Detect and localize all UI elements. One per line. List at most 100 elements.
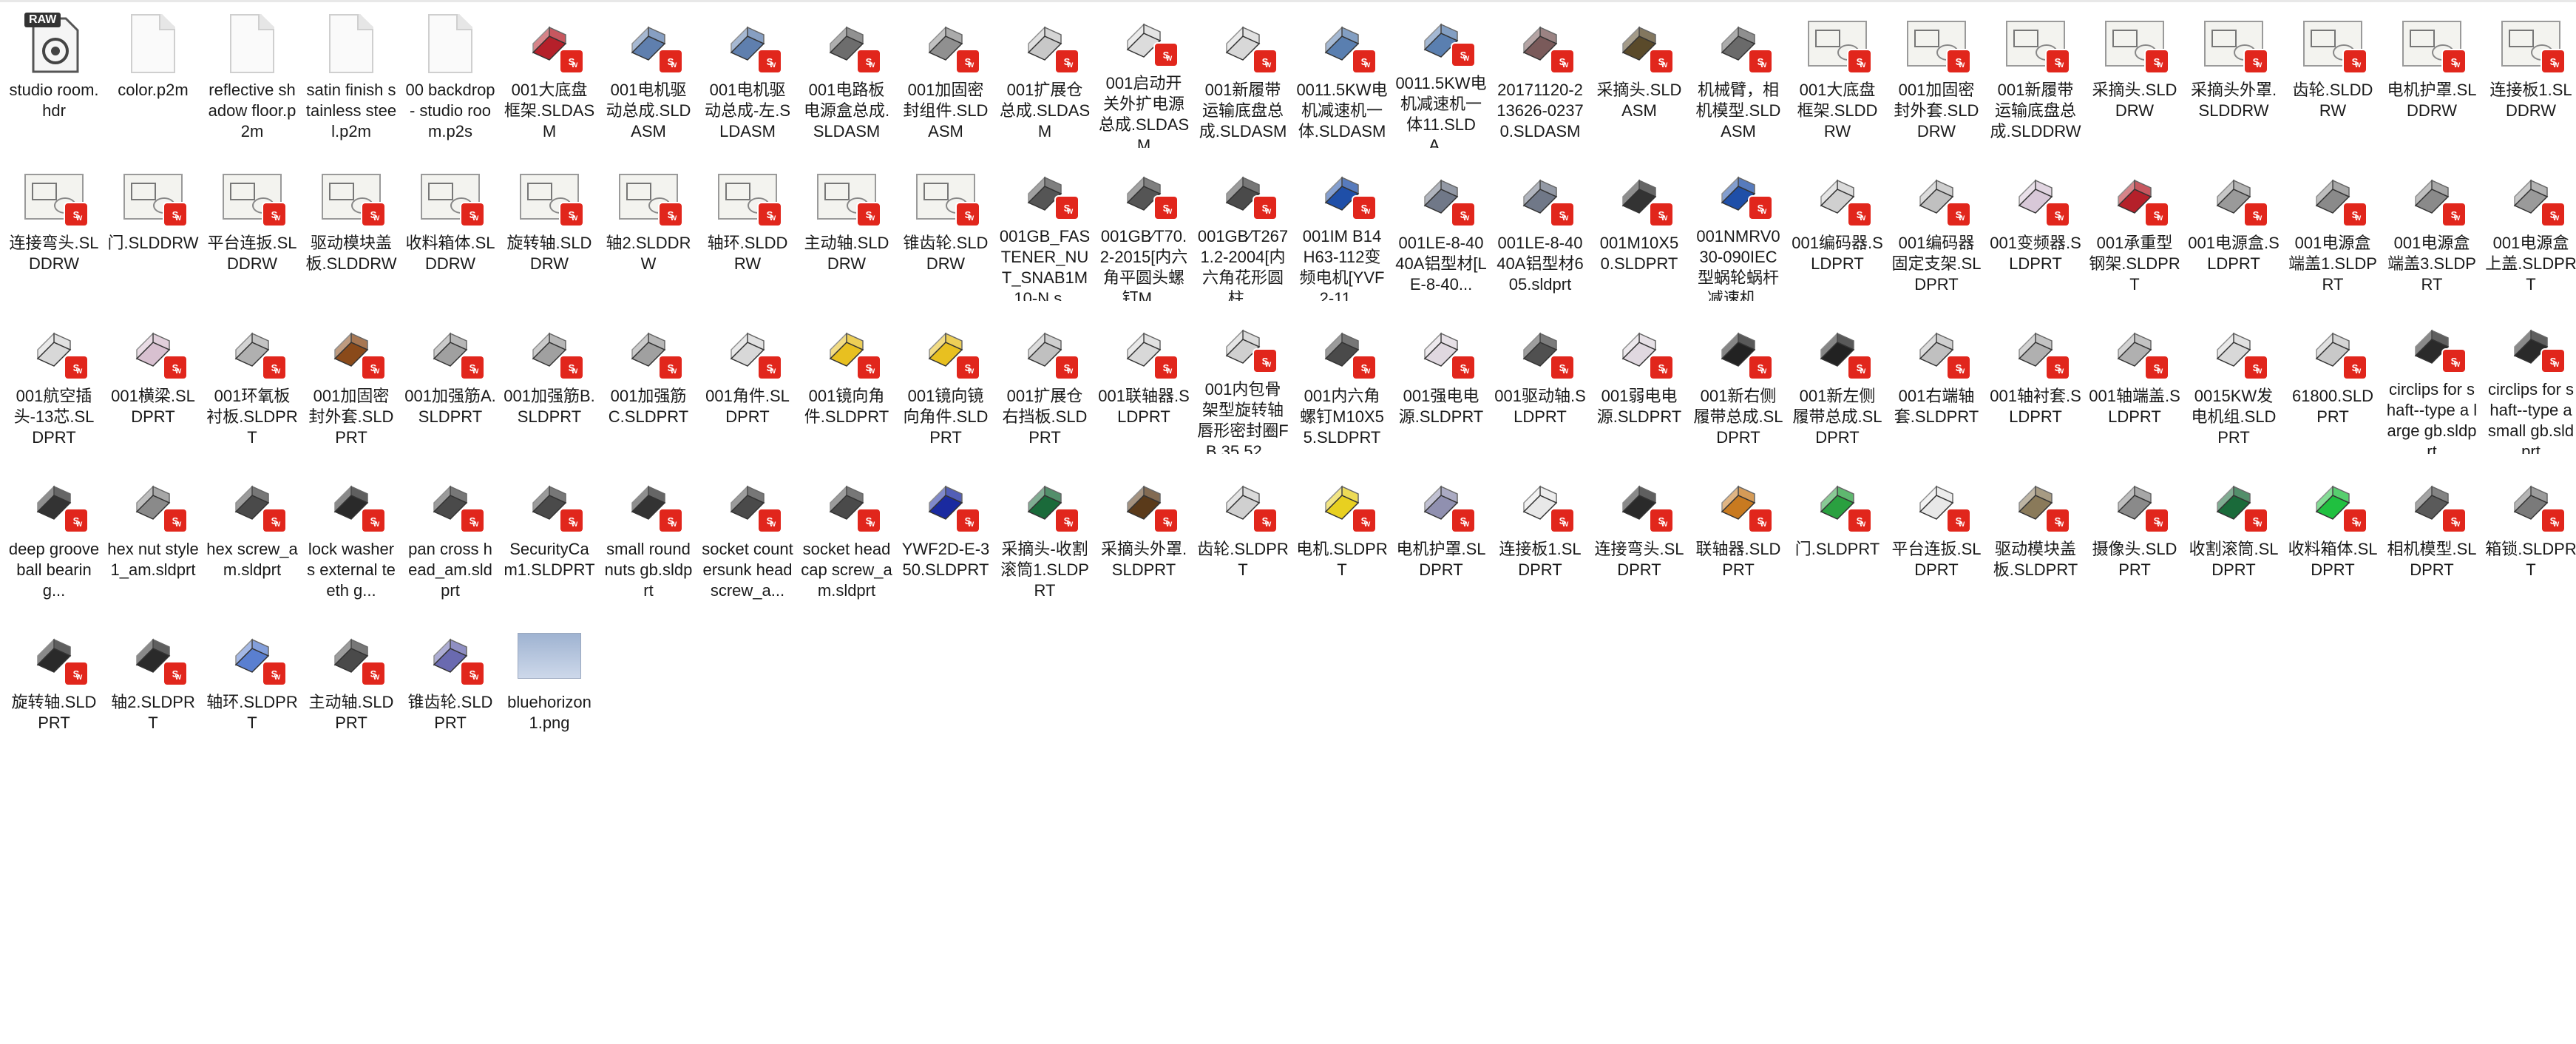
- file-item[interactable]: S W 001内六角螺钉M10X55.SLDPRT: [1292, 306, 1392, 454]
- file-item[interactable]: S W 001GB_FASTENER_NUT_SNAB1M10-N.s...: [995, 153, 1094, 301]
- file-item[interactable]: S W 驱动模块盖板.SLDPRT: [1986, 459, 2085, 607]
- file-item[interactable]: S W 001电机驱动总成.SLDASM: [599, 0, 698, 148]
- file-item[interactable]: S W 001大底盘框架.SLDDRW: [1788, 0, 1887, 148]
- file-item[interactable]: S W 0011.5KW电机减速机一体.SLDASM: [1292, 0, 1392, 148]
- file-item[interactable]: S W 摄像头.SLDPRT: [2085, 459, 2184, 607]
- file-item[interactable]: S W 001新履带运输底盘总成.SLDASM: [1193, 0, 1292, 148]
- file-item[interactable]: S W 旋转轴.SLDDRW: [500, 153, 599, 301]
- file-item[interactable]: S W 收割滚筒.SLDPRT: [2184, 459, 2283, 607]
- file-item[interactable]: S W 001电源盒端盖1.SLDPRT: [2283, 153, 2382, 301]
- file-item[interactable]: S W 机械臂，相机模型.SLDASM: [1689, 0, 1788, 148]
- file-item[interactable]: S W 平台连扳.SLDPRT: [1887, 459, 1986, 607]
- file-item[interactable]: S W 驱动模块盖板.SLDDRW: [302, 153, 401, 301]
- file-item[interactable]: S W 主动轴.SLDDRW: [797, 153, 896, 301]
- file-item[interactable]: S W lock washers external teeth g...: [302, 459, 401, 607]
- file-item[interactable]: S W 001角件.SLDPRT: [698, 306, 797, 454]
- file-item[interactable]: S W 采摘头.SLDASM: [1590, 0, 1689, 148]
- file-item[interactable]: bluehorizon1.png: [500, 612, 599, 760]
- file-item[interactable]: S W 收料箱体.SLDDRW: [401, 153, 500, 301]
- file-item[interactable]: S W pan cross head_am.sldprt: [401, 459, 500, 607]
- file-item[interactable]: S W 锥齿轮.SLDPRT: [401, 612, 500, 760]
- file-item[interactable]: S W 61800.SLDPRT: [2283, 306, 2382, 454]
- file-item[interactable]: S W 001加强筋B.SLDPRT: [500, 306, 599, 454]
- file-item[interactable]: S W circlips for shaft--type a small gb.sl…: [2481, 306, 2576, 454]
- file-item[interactable]: S W 001右端轴套.SLDPRT: [1887, 306, 1986, 454]
- file-item[interactable]: S W 联轴器.SLDPRT: [1689, 459, 1788, 607]
- file-item[interactable]: S W 001轴衬套.SLDPRT: [1986, 306, 2085, 454]
- file-item[interactable]: satin finish stainless steel.p2m: [302, 0, 401, 148]
- file-item[interactable]: S W 001加强筋C.SLDPRT: [599, 306, 698, 454]
- file-item[interactable]: S W 001GB∕T2671.2-2004[内六角花形圆柱...: [1193, 153, 1292, 301]
- file-item[interactable]: S W 001横梁.SLDPRT: [104, 306, 203, 454]
- file-item[interactable]: S W 旋转轴.SLDPRT: [4, 612, 104, 760]
- file-item[interactable]: S W socket countersunk head screw_a...: [698, 459, 797, 607]
- file-item[interactable]: S W 001联轴器.SLDPRT: [1094, 306, 1193, 454]
- file-item[interactable]: S W 电机护罩.SLDPRT: [1392, 459, 1491, 607]
- file-item[interactable]: S W hex screw_am.sldprt: [203, 459, 302, 607]
- file-item[interactable]: S W 门.SLDDRW: [104, 153, 203, 301]
- file-item[interactable]: S W 001编码器.SLDPRT: [1788, 153, 1887, 301]
- file-item[interactable]: S W 001内包骨架型旋转轴唇形密封圈FB 35 52 ...: [1193, 306, 1292, 454]
- file-item[interactable]: S W 001电源盒.SLDPRT: [2184, 153, 2283, 301]
- file-item[interactable]: S W 001GB∕T70.2-2015[内六角平圆头螺钉M...: [1094, 153, 1193, 301]
- file-item[interactable]: S W 001M10X50.SLDPRT: [1590, 153, 1689, 301]
- file-item[interactable]: S W 001弱电电源.SLDPRT: [1590, 306, 1689, 454]
- file-item[interactable]: S W 001环氧板衬板.SLDPRT: [203, 306, 302, 454]
- file-item[interactable]: S W 平台连扳.SLDDRW: [203, 153, 302, 301]
- file-item[interactable]: S W 采摘头.SLDDRW: [2085, 0, 2184, 148]
- file-item[interactable]: S W 采摘头外罩.SLDDRW: [2184, 0, 2283, 148]
- file-item[interactable]: S W 门.SLDPRT: [1788, 459, 1887, 607]
- file-item[interactable]: S W 001新履带运输底盘总成.SLDDRW: [1986, 0, 2085, 148]
- file-item[interactable]: color.p2m: [104, 0, 203, 148]
- file-item[interactable]: S W 连接板1.SLDDRW: [2481, 0, 2576, 148]
- file-item[interactable]: S W 0015KW发电机组.SLDPRT: [2184, 306, 2283, 454]
- file-item[interactable]: S W 采摘头外罩.SLDPRT: [1094, 459, 1193, 607]
- file-item[interactable]: S W 轴环.SLDPRT: [203, 612, 302, 760]
- file-item[interactable]: reflective shadow floor.p2m: [203, 0, 302, 148]
- file-item[interactable]: S W 箱锁.SLDPRT: [2481, 459, 2576, 607]
- file-item[interactable]: S W 电机.SLDPRT: [1292, 459, 1392, 607]
- file-item[interactable]: S W 001电路板电源盒总成.SLDASM: [797, 0, 896, 148]
- file-item[interactable]: S W 001新左侧履带总成.SLDPRT: [1788, 306, 1887, 454]
- file-item[interactable]: S W 主动轴.SLDPRT: [302, 612, 401, 760]
- file-item[interactable]: S W 001编码器固定支架.SLDPRT: [1887, 153, 1986, 301]
- file-item[interactable]: S W 001轴端盖.SLDPRT: [2085, 306, 2184, 454]
- file-item[interactable]: S W 连接板1.SLDPRT: [1491, 459, 1590, 607]
- file-item[interactable]: S W 001航空插头-13芯.SLDPRT: [4, 306, 104, 454]
- file-item[interactable]: S W 001电机驱动总成-左.SLDASM: [698, 0, 797, 148]
- file-item[interactable]: S W 齿轮.SLDPRT: [1193, 459, 1292, 607]
- file-item[interactable]: S W 001镜向镜向角件.SLDPRT: [896, 306, 995, 454]
- file-item[interactable]: S W 连接弯头.SLDPRT: [1590, 459, 1689, 607]
- file-item[interactable]: S W 001加固密封外套.SLDPRT: [302, 306, 401, 454]
- file-item[interactable]: S W 20171120-213626-02370.SLDASM: [1491, 0, 1590, 148]
- file-item[interactable]: S W hex nut style 1_am.sldprt: [104, 459, 203, 607]
- file-item[interactable]: S W 001驱动轴.SLDPRT: [1491, 306, 1590, 454]
- file-item[interactable]: S W 电机护罩.SLDDRW: [2382, 0, 2481, 148]
- file-item[interactable]: S W 001强电电源.SLDPRT: [1392, 306, 1491, 454]
- file-item[interactable]: S W circlips for shaft--type a large gb.sl…: [2382, 306, 2481, 454]
- file-item[interactable]: S W 轴2.SLDDRW: [599, 153, 698, 301]
- file-item[interactable]: S W 齿轮.SLDDRW: [2283, 0, 2382, 148]
- file-item[interactable]: S W 001扩展仓右挡板.SLDPRT: [995, 306, 1094, 454]
- file-item[interactable]: S W 001加强筋A.SLDPRT: [401, 306, 500, 454]
- file-item[interactable]: 00 backdrop - studio room.p2s: [401, 0, 500, 148]
- file-item[interactable]: S W SecurityCam1.SLDPRT: [500, 459, 599, 607]
- file-item[interactable]: S W socket head cap screw_am.sldprt: [797, 459, 896, 607]
- file-item[interactable]: S W small round nuts gb.sldprt: [599, 459, 698, 607]
- file-item[interactable]: S W 001变频器.SLDPRT: [1986, 153, 2085, 301]
- file-item[interactable]: S W 001NMRV030-090IEC型蜗轮蜗杆减速机...: [1689, 153, 1788, 301]
- file-item[interactable]: S W 001承重型钢架.SLDPRT: [2085, 153, 2184, 301]
- file-item[interactable]: S W 采摘头-收割滚筒1.SLDPRT: [995, 459, 1094, 607]
- file-item[interactable]: S W 锥齿轮.SLDDRW: [896, 153, 995, 301]
- file-item[interactable]: S W deep groove ball bearing...: [4, 459, 104, 607]
- file-item[interactable]: S W 收料箱体.SLDPRT: [2283, 459, 2382, 607]
- file-item[interactable]: S W 001启动开关外扩电源总成.SLDASM: [1094, 0, 1193, 148]
- file-item[interactable]: S W 001镜向角件.SLDPRT: [797, 306, 896, 454]
- file-item[interactable]: S W 001新右侧履带总成.SLDPRT: [1689, 306, 1788, 454]
- file-item[interactable]: S W 0011.5KW电机减速机一体11.SLDA...: [1392, 0, 1491, 148]
- file-item[interactable]: S W 相机模型.SLDPRT: [2382, 459, 2481, 607]
- file-item[interactable]: S W 001LE-8-4040A铝型材[LE-8-40...: [1392, 153, 1491, 301]
- file-item[interactable]: RAW studio room.hdr: [4, 0, 104, 148]
- file-item[interactable]: S W 轴2.SLDPRT: [104, 612, 203, 760]
- file-item[interactable]: S W YWF2D-E-350.SLDPRT: [896, 459, 995, 607]
